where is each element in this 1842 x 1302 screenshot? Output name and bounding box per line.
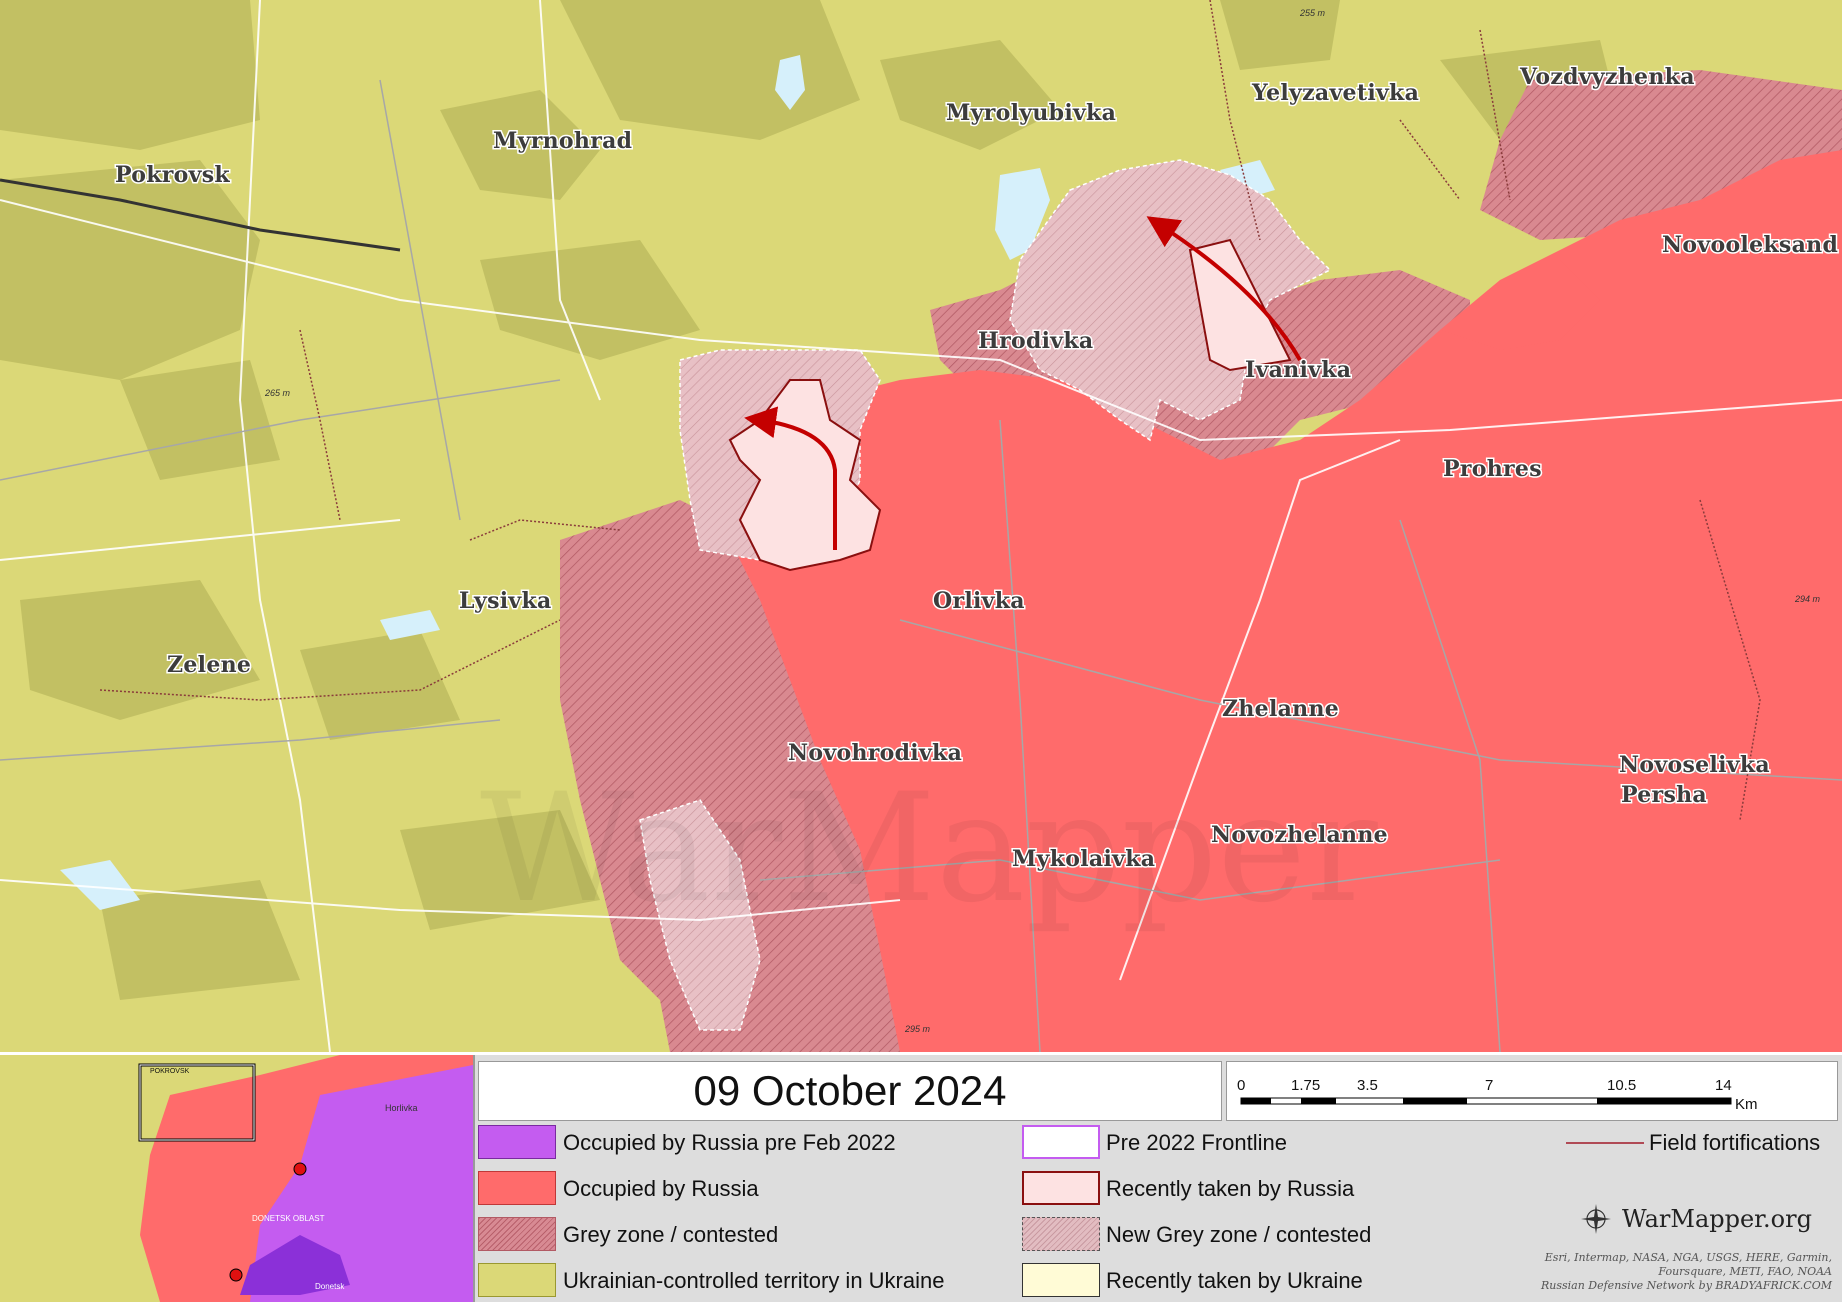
town-label-novoselivka: Novoselivka [1619, 752, 1770, 778]
town-label-vozdvyzhenka: Vozdvyzhenka [1519, 64, 1695, 90]
town-label-ivanivka: Ivanivka [1245, 357, 1351, 383]
legend-swatch-ukraine [478, 1263, 556, 1297]
elevation-label: 295 m [904, 1024, 931, 1034]
legend-swatch-grey-zone [478, 1217, 556, 1251]
legend-label-new-grey: New Grey zone / contested [1106, 1222, 1372, 1247]
town-label-yelyzavetivka: Yelyzavetivka [1251, 80, 1419, 106]
legend-swatch-recent-russia [1022, 1171, 1100, 1205]
town-label-lysivka: Lysivka [459, 588, 552, 614]
credit-line: Russian Defensive Network by BRADYAFRICK… [1540, 1279, 1832, 1292]
legend-swatch-frontline [1022, 1125, 1100, 1159]
legend-panel: POKROVSK Horlivka DONETSK OBLAST Donetsk… [0, 1052, 1842, 1302]
elevation-label: 255 m [1299, 8, 1326, 18]
legend-label-fortifications: Field fortifications [1649, 1130, 1821, 1155]
compass-icon [1581, 1204, 1611, 1234]
scale-tick: 10.5 [1607, 1077, 1636, 1094]
town-label-novohrodivka: Novohrodivka [788, 740, 962, 766]
inset-label-donetsk: Donetsk [315, 1282, 345, 1291]
legend-label-pre2022: Occupied by Russia pre Feb 2022 [563, 1130, 896, 1155]
elevation-label: 265 m [264, 388, 291, 398]
legend-label-frontline: Pre 2022 Frontline [1106, 1130, 1287, 1155]
main-map[interactable]: WarMapper 255 m 265 m 295 m 294 m Pokrov… [0, 0, 1842, 1052]
town-label-novooleksand: Novooleksand [1662, 232, 1838, 258]
credit-line: Esri, Intermap, NASA, NGA, USGS, HERE, G… [1544, 1251, 1832, 1264]
town-label-pokrovsk: Pokrovsk [115, 162, 230, 188]
town-label-zhelanne: Zhelanne [1222, 696, 1339, 722]
scale-tick: 3.5 [1357, 1077, 1378, 1094]
scale-unit: Km [1735, 1096, 1758, 1113]
scale-tick: 7 [1485, 1077, 1493, 1094]
legend-label-recent-russia: Recently taken by Russia [1106, 1176, 1355, 1201]
warmapper-brand: WarMapper.org [1580, 1203, 1812, 1235]
town-label-hrodivka: Hrodivka [978, 328, 1093, 354]
town-label-novozhelanne: Novozhelanne [1211, 822, 1388, 848]
map-date: 09 October 2024 [478, 1061, 1222, 1121]
inset-map[interactable]: POKROVSK Horlivka DONETSK OBLAST Donetsk [0, 1055, 475, 1302]
elevation-label: 294 m [1794, 594, 1821, 604]
inset-label-oblast: DONETSK OBLAST [252, 1214, 325, 1223]
scale-tick: 0 [1237, 1077, 1245, 1094]
town-label-zelene: Zelene [167, 652, 251, 678]
inset-canvas: POKROVSK Horlivka DONETSK OBLAST Donetsk [0, 1055, 473, 1302]
map-credits: Esri, Intermap, NASA, NGA, USGS, HERE, G… [1432, 1251, 1832, 1293]
legend-swatch-new-grey [1022, 1217, 1100, 1251]
map-canvas: WarMapper 255 m 265 m 295 m 294 m Pokrov… [0, 0, 1842, 1052]
scale-bar-graphic: 0 1.75 3.5 7 10.5 14 Km [1237, 1077, 1758, 1113]
inset-label-pokrovsk: POKROVSK [150, 1068, 190, 1075]
town-label-myrnohrad: Myrnohrad [493, 128, 632, 154]
legend-swatch-fortifications [1566, 1142, 1644, 1144]
scale-bar: 0 1.75 3.5 7 10.5 14 Km [1226, 1061, 1838, 1121]
credit-line: Foursquare, METI, FAO, NOAA [1658, 1265, 1832, 1278]
legend-label-russia: Occupied by Russia [563, 1176, 759, 1201]
legend-label-ukraine: Ukrainian-controlled territory in Ukrain… [563, 1268, 945, 1293]
town-label-persha: Persha [1621, 782, 1707, 808]
inset-label-horlivka: Horlivka [385, 1103, 418, 1113]
brand-name: WarMapper.org [1622, 1205, 1812, 1233]
town-label-mykolaivka: Mykolaivka [1012, 846, 1155, 872]
legend-swatch-recent-ukraine [1022, 1263, 1100, 1297]
legend-swatch-pre2022 [478, 1125, 556, 1159]
legend-swatch-russia [478, 1171, 556, 1205]
legend-label-recent-ukraine: Recently taken by Ukraine [1106, 1268, 1363, 1293]
legend-label-grey-zone: Grey zone / contested [563, 1222, 779, 1247]
town-label-myrolyubivka: Myrolyubivka [946, 100, 1116, 126]
scale-tick: 14 [1715, 1077, 1732, 1094]
town-label-prohres: Prohres [1443, 456, 1542, 482]
town-label-orlivka: Orlivka [933, 588, 1025, 614]
watermark-text: WarMapper [480, 762, 1378, 936]
scale-tick: 1.75 [1291, 1077, 1320, 1094]
